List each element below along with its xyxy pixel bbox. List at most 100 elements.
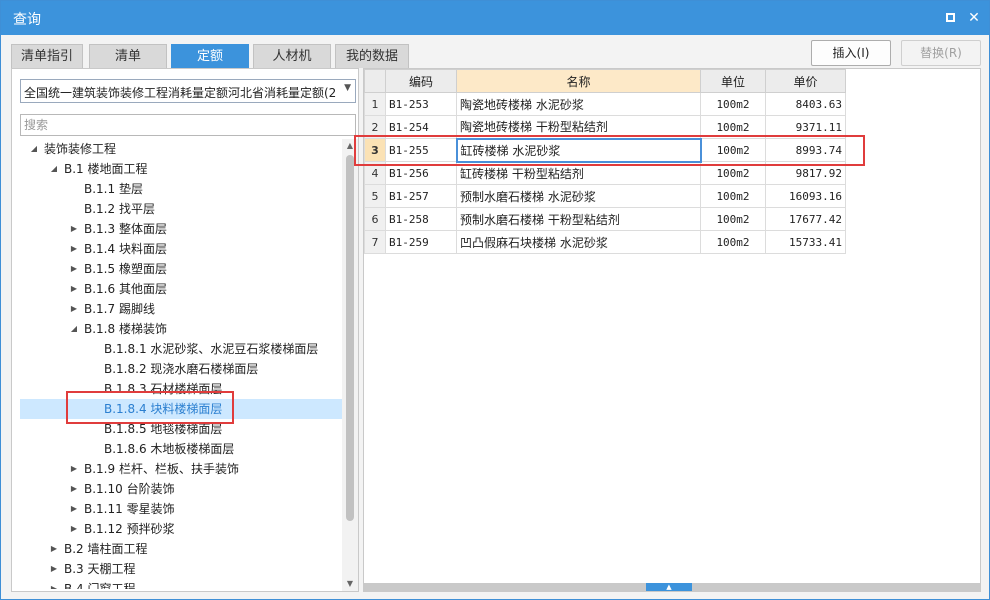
quota-library-value: 全国统一建筑装饰装修工程消耗量定额河北省消耗量定额(20 — [24, 86, 336, 100]
collapse-arrow-icon[interactable]: ▶ — [68, 459, 80, 479]
tree-item[interactable]: ▶ B.1.10 台阶装饰 — [20, 479, 342, 499]
collapse-arrow-icon[interactable]: ▶ — [68, 499, 80, 519]
tree-item-label: B.1.1 垫层 — [84, 182, 143, 196]
tree-item[interactable]: ▶ B.2 墙柱面工程 — [20, 539, 342, 559]
cell-code[interactable]: B1-258 — [385, 207, 457, 231]
chevron-up-icon[interactable]: ▲ — [646, 583, 692, 591]
column-header-unit[interactable]: 单位 — [700, 69, 766, 93]
tree-item-label: B.1.8.6 木地板楼梯面层 — [104, 442, 235, 456]
collapse-arrow-icon[interactable]: ▶ — [68, 279, 80, 299]
tree-item[interactable]: ▶ B.1.12 预拌砂浆 — [20, 519, 342, 539]
tree-item-label: B.1 楼地面工程 — [64, 162, 148, 176]
cell-price[interactable]: 17677.42 — [765, 207, 846, 231]
chevron-down-icon[interactable]: ▼ — [344, 83, 351, 93]
tab-my-data[interactable]: 我的数据 — [335, 44, 409, 68]
table-row[interactable]: 1 B1-253 陶瓷地砖楼梯 水泥砂浆 100m2 8403.63 — [364, 92, 846, 116]
cell-code[interactable]: B1-257 — [385, 184, 457, 208]
tree-item-label: B.1.11 零星装饰 — [84, 502, 175, 516]
tree-item[interactable]: ▶ B.1.11 零星装饰 — [20, 499, 342, 519]
row-number[interactable]: 6 — [364, 207, 386, 231]
collapse-arrow-icon[interactable]: ▶ — [68, 219, 80, 239]
row-number[interactable]: 1 — [364, 92, 386, 116]
collapse-arrow-icon[interactable]: ▶ — [48, 539, 60, 559]
tree-item[interactable]: ◢ B.1.8 楼梯装饰 — [20, 319, 342, 339]
cell-code[interactable]: B1-259 — [385, 230, 457, 254]
tree-item[interactable]: B.1.8.6 木地板楼梯面层 — [20, 439, 342, 459]
table-row[interactable]: 6 B1-258 预制水磨石楼梯 干粉型粘结剂 100m2 17677.42 — [364, 207, 846, 231]
tree-item-label: B.1.8.2 现浇水磨石楼梯面层 — [104, 362, 259, 376]
tree-item[interactable]: ◢ 装饰装修工程 — [20, 139, 342, 159]
tree-item-label: B.1.5 橡塑面层 — [84, 262, 167, 276]
window-title: 查询 — [13, 12, 41, 28]
collapse-arrow-icon[interactable]: ▶ — [68, 239, 80, 259]
collapse-arrow-icon[interactable]: ▶ — [48, 579, 60, 589]
cell-price[interactable]: 16093.16 — [765, 184, 846, 208]
cell-name[interactable]: 预制水磨石楼梯 干粉型粘结剂 — [456, 207, 701, 231]
tree-item[interactable]: ▶ B.3 天棚工程 — [20, 559, 342, 579]
cell-name[interactable]: 预制水磨石楼梯 水泥砂浆 — [456, 184, 701, 208]
cell-unit[interactable]: 100m2 — [700, 230, 766, 254]
row-number[interactable]: 5 — [364, 184, 386, 208]
tree-item-label: B.1.9 栏杆、栏板、扶手装饰 — [84, 462, 239, 476]
tree-item[interactable]: ▶ B.4 门窗工程 — [20, 579, 342, 589]
tree-item-label: B.1.4 块料面层 — [84, 242, 167, 256]
column-header-name[interactable]: 名称 — [456, 69, 701, 93]
tree-item[interactable]: ▶ B.1.5 橡塑面层 — [20, 259, 342, 279]
tab-labor-material-machine[interactable]: 人材机 — [253, 44, 331, 68]
tab-quota[interactable]: 定额 — [171, 44, 249, 68]
maximize-icon[interactable] — [939, 7, 961, 29]
tree-item[interactable]: ▶ B.1.3 整体面层 — [20, 219, 342, 239]
tree-item-label: B.1.12 预拌砂浆 — [84, 522, 175, 536]
table-row[interactable]: 7 B1-259 凹凸假麻石块楼梯 水泥砂浆 100m2 15733.41 — [364, 230, 846, 254]
tree-item[interactable]: B.1.1 垫层 — [20, 179, 342, 199]
collapse-arrow-icon[interactable]: ▶ — [68, 299, 80, 319]
cell-price[interactable]: 15733.41 — [765, 230, 846, 254]
tree-item-label: B.1.6 其他面层 — [84, 282, 167, 296]
scroll-down-icon[interactable]: ▼ — [342, 577, 358, 591]
cell-unit[interactable]: 100m2 — [700, 184, 766, 208]
replace-button[interactable]: 替换(R) — [901, 40, 981, 66]
tree-scrollbar[interactable]: ▲ ▼ — [342, 139, 358, 591]
collapse-arrow-icon[interactable]: ▶ — [68, 259, 80, 279]
tree-item[interactable]: ◢ B.1 楼地面工程 — [20, 159, 342, 179]
title-bar: 查询 ✕ — [1, 1, 989, 35]
tree-item[interactable]: ▶ B.1.4 块料面层 — [20, 239, 342, 259]
cell-price[interactable]: 8403.63 — [765, 92, 846, 116]
table-row[interactable]: 5 B1-257 预制水磨石楼梯 水泥砂浆 100m2 16093.16 — [364, 184, 846, 208]
row-number-header — [364, 69, 386, 93]
tab-bill-guide[interactable]: 清单指引 — [11, 44, 83, 68]
tree-item-label: B.4 门窗工程 — [64, 582, 136, 589]
tree-item[interactable]: B.1.8.1 水泥砂浆、水泥豆石浆楼梯面层 — [20, 339, 342, 359]
tree-item-label: 装饰装修工程 — [44, 142, 117, 156]
column-header-price[interactable]: 单价 — [765, 69, 846, 93]
quota-library-select[interactable]: 全国统一建筑装饰装修工程消耗量定额河北省消耗量定额(20 ▼ — [20, 79, 356, 103]
tree-item-label: B.1.2 找平层 — [84, 202, 155, 216]
row-highlight-box — [354, 135, 865, 166]
tree-item-label: B.1.7 踢脚线 — [84, 302, 155, 316]
collapse-arrow-icon[interactable]: ▶ — [68, 519, 80, 539]
tree-item[interactable]: B.1.8.2 现浇水磨石楼梯面层 — [20, 359, 342, 379]
cell-name[interactable]: 陶瓷地砖楼梯 水泥砂浆 — [456, 92, 701, 116]
tree-item-label: B.3 天棚工程 — [64, 562, 136, 576]
column-header-code[interactable]: 编码 — [385, 69, 457, 93]
scroll-thumb[interactable] — [346, 155, 354, 521]
search-input[interactable] — [20, 114, 356, 136]
cell-unit[interactable]: 100m2 — [700, 207, 766, 231]
cell-name[interactable]: 凹凸假麻石块楼梯 水泥砂浆 — [456, 230, 701, 254]
tree-item[interactable]: B.1.2 找平层 — [20, 199, 342, 219]
close-icon[interactable]: ✕ — [963, 7, 985, 29]
expand-arrow-icon[interactable]: ◢ — [28, 139, 40, 159]
cell-unit[interactable]: 100m2 — [700, 92, 766, 116]
tab-bill[interactable]: 清单 — [89, 44, 167, 68]
insert-button[interactable]: 插入(I) — [811, 40, 891, 66]
tree-item[interactable]: ▶ B.1.7 踢脚线 — [20, 299, 342, 319]
expand-arrow-icon[interactable]: ◢ — [68, 319, 80, 339]
collapse-arrow-icon[interactable]: ▶ — [68, 479, 80, 499]
row-number[interactable]: 7 — [364, 230, 386, 254]
expand-arrow-icon[interactable]: ◢ — [48, 159, 60, 179]
grid-horizontal-scrollbar[interactable]: ▲ — [364, 583, 980, 591]
collapse-arrow-icon[interactable]: ▶ — [48, 559, 60, 579]
tree-item[interactable]: ▶ B.1.9 栏杆、栏板、扶手装饰 — [20, 459, 342, 479]
cell-code[interactable]: B1-253 — [385, 92, 457, 116]
tree-item[interactable]: ▶ B.1.6 其他面层 — [20, 279, 342, 299]
